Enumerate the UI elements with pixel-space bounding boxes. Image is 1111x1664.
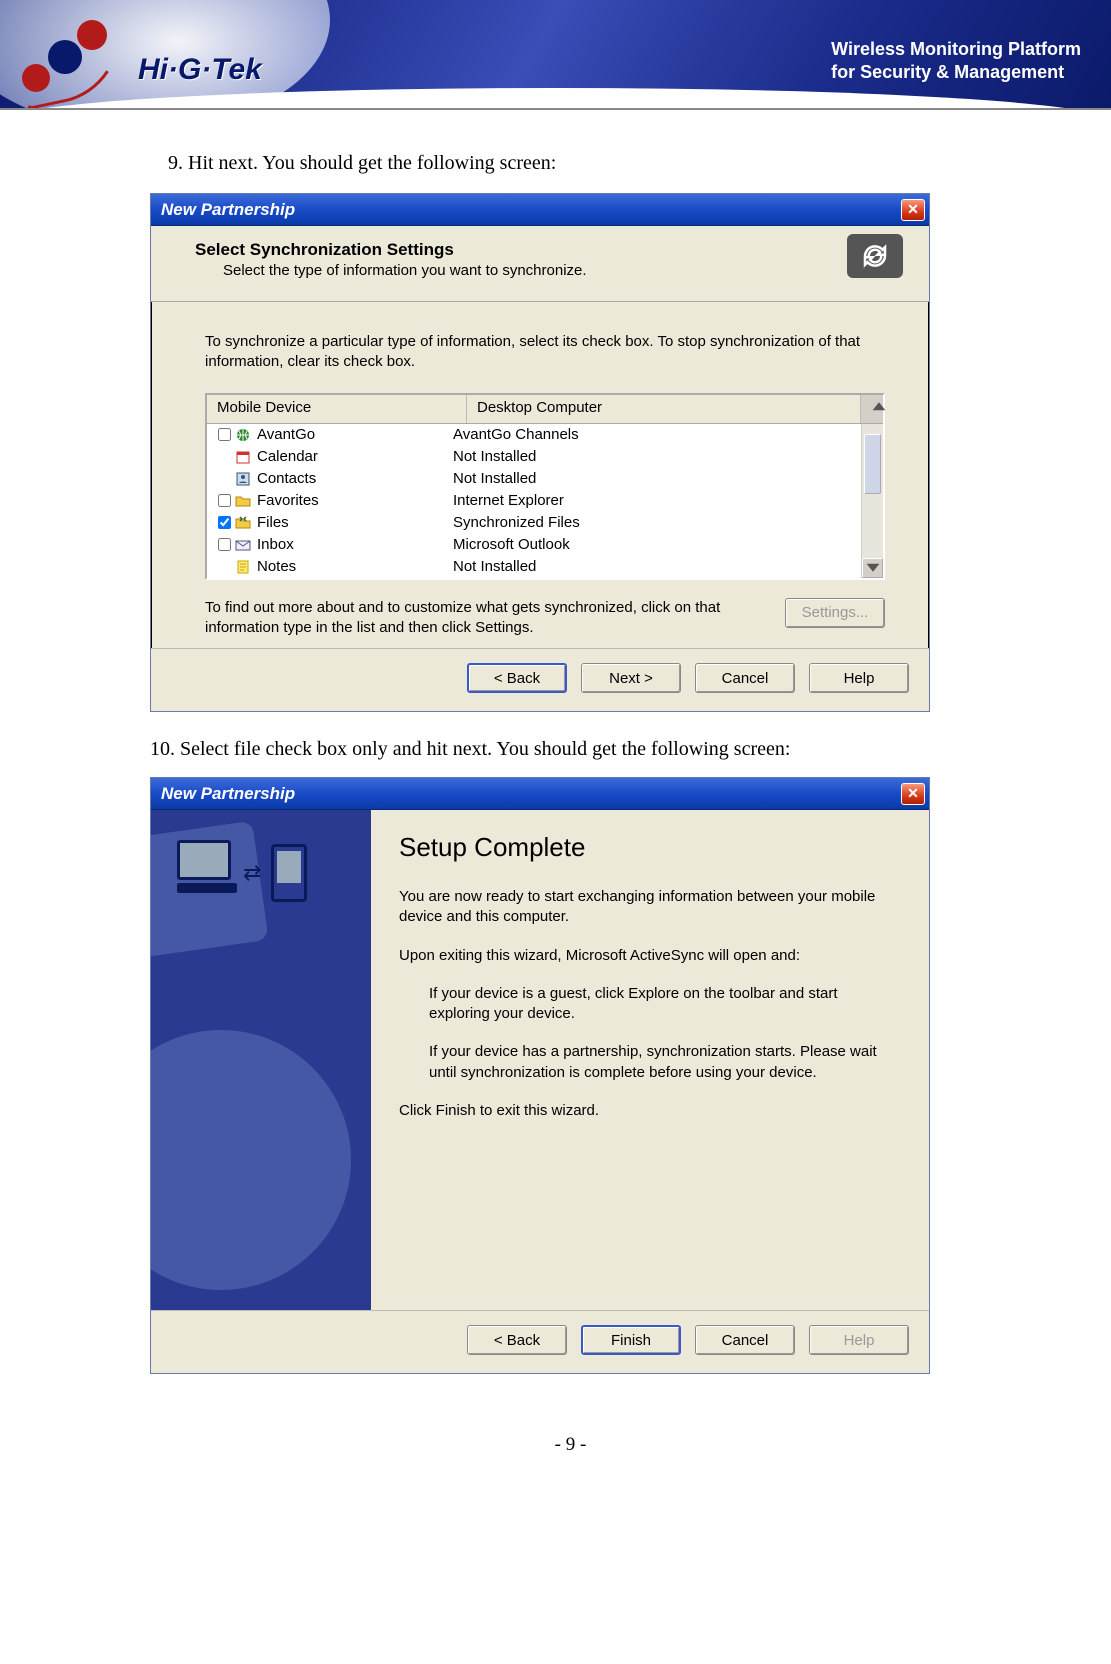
folder-icon [233,492,253,510]
step-10-text: 10. Select file check box only and hit n… [150,738,991,761]
list-scrollbar[interactable] [861,424,883,578]
row-checkbox[interactable] [215,428,233,442]
row-checkbox[interactable] [215,450,233,464]
row-mobile-label: Files [257,514,289,531]
close-icon[interactable]: ✕ [901,783,925,805]
dialog2-li1: If your device is a guest, click Explore… [429,984,901,1025]
list-item[interactable]: AvantGo AvantGo Channels [207,424,883,446]
dialog2-title: New Partnership [161,784,295,804]
cancel-button[interactable]: Cancel [695,1325,795,1355]
dialog1-heading: Select Synchronization Settings [195,240,913,260]
row-checkbox[interactable] [215,560,233,574]
files-icon [233,514,253,532]
finish-button[interactable]: Finish [581,1325,681,1355]
list-item[interactable]: Calendar Not Installed [207,446,883,468]
next-button[interactable]: Next > [581,663,681,693]
dialog1-hint: To find out more about and to customize … [205,598,765,639]
dialog1-title: New Partnership [161,200,295,220]
row-desktop-label: Not Installed [447,448,883,465]
dialog1-subheading: Select the type of information you want … [223,262,913,279]
scroll-down-icon[interactable] [862,558,883,578]
page-header-banner: Hi·G·Tek Wireless Monitoring Platform fo… [0,0,1111,110]
notes-icon [233,558,253,576]
globe-icon [233,426,253,444]
row-checkbox[interactable] [215,538,233,552]
row-desktop-label: Not Installed [447,470,883,487]
dialog1-instruction: To synchronize a particular type of info… [205,332,885,373]
row-checkbox[interactable] [215,472,233,486]
row-desktop-label: Synchronized Files [447,514,883,531]
step-9-text: 9. Hit next. You should get the followin… [150,152,991,175]
logo-text: Hi·G·Tek [138,53,262,87]
settings-button[interactable]: Settings... [785,598,885,628]
dialog-sync-settings: New Partnership ✕ Select Synchronization… [150,193,930,712]
row-mobile-label: Inbox [257,536,294,553]
row-mobile-label: Notes [257,558,296,575]
row-checkbox[interactable] [215,516,233,530]
list-item[interactable]: Notes Not Installed [207,556,883,578]
tagline: Wireless Monitoring Platform for Securit… [831,38,1081,85]
row-mobile-label: Favorites [257,492,319,509]
dialog2-li2: If your device has a partnership, synchr… [429,1042,901,1083]
contacts-icon [233,470,253,488]
sync-icon [847,234,903,278]
wizard-side-graphic: ⇄ [151,810,371,1310]
list-item[interactable]: Contacts Not Installed [207,468,883,490]
dialog2-heading: Setup Complete [399,832,901,863]
sync-list: Mobile Device Desktop Computer AvantGoAv… [205,393,885,580]
list-item[interactable]: Inbox Microsoft Outlook [207,534,883,556]
row-mobile-label: Contacts [257,470,316,487]
back-button[interactable]: < Back [467,663,567,693]
dialog1-titlebar: New Partnership ✕ [151,194,929,226]
calendar-icon [233,448,253,466]
col-header-mobile[interactable]: Mobile Device [207,395,467,423]
help-button[interactable]: Help [809,663,909,693]
list-item[interactable]: Favorites Internet Explorer [207,490,883,512]
help-button[interactable]: Help [809,1325,909,1355]
back-button[interactable]: < Back [467,1325,567,1355]
dialog-setup-complete: New Partnership ✕ ⇄ Setup Complete You a… [150,777,930,1374]
dialog2-p3: Click Finish to exit this wizard. [399,1101,901,1121]
mail-icon [233,536,253,554]
col-header-desktop[interactable]: Desktop Computer [467,395,861,423]
tagline-line2: for Security & Management [831,61,1081,84]
sync-arrow-icon: ⇄ [243,860,261,886]
tagline-line1: Wireless Monitoring Platform [831,38,1081,61]
row-mobile-label: AvantGo [257,426,315,443]
dialog2-p2: Upon exiting this wizard, Microsoft Acti… [399,946,901,966]
row-mobile-label: Calendar [257,448,318,465]
row-desktop-label: Not Installed [447,558,883,575]
scroll-up-icon[interactable] [861,395,883,423]
cancel-button[interactable]: Cancel [695,663,795,693]
row-desktop-label: Internet Explorer [447,492,883,509]
logo: Hi·G·Tek [22,26,262,96]
row-desktop-label: Microsoft Outlook [447,536,883,553]
row-desktop-label: AvantGo Channels [447,426,883,443]
close-icon[interactable]: ✕ [901,199,925,221]
page-number: - 9 - [150,1434,991,1456]
dialog2-p1: You are now ready to start exchanging in… [399,887,901,928]
list-item[interactable]: Files Synchronized Files [207,512,883,534]
row-checkbox[interactable] [215,494,233,508]
dialog2-titlebar: New Partnership ✕ [151,778,929,810]
